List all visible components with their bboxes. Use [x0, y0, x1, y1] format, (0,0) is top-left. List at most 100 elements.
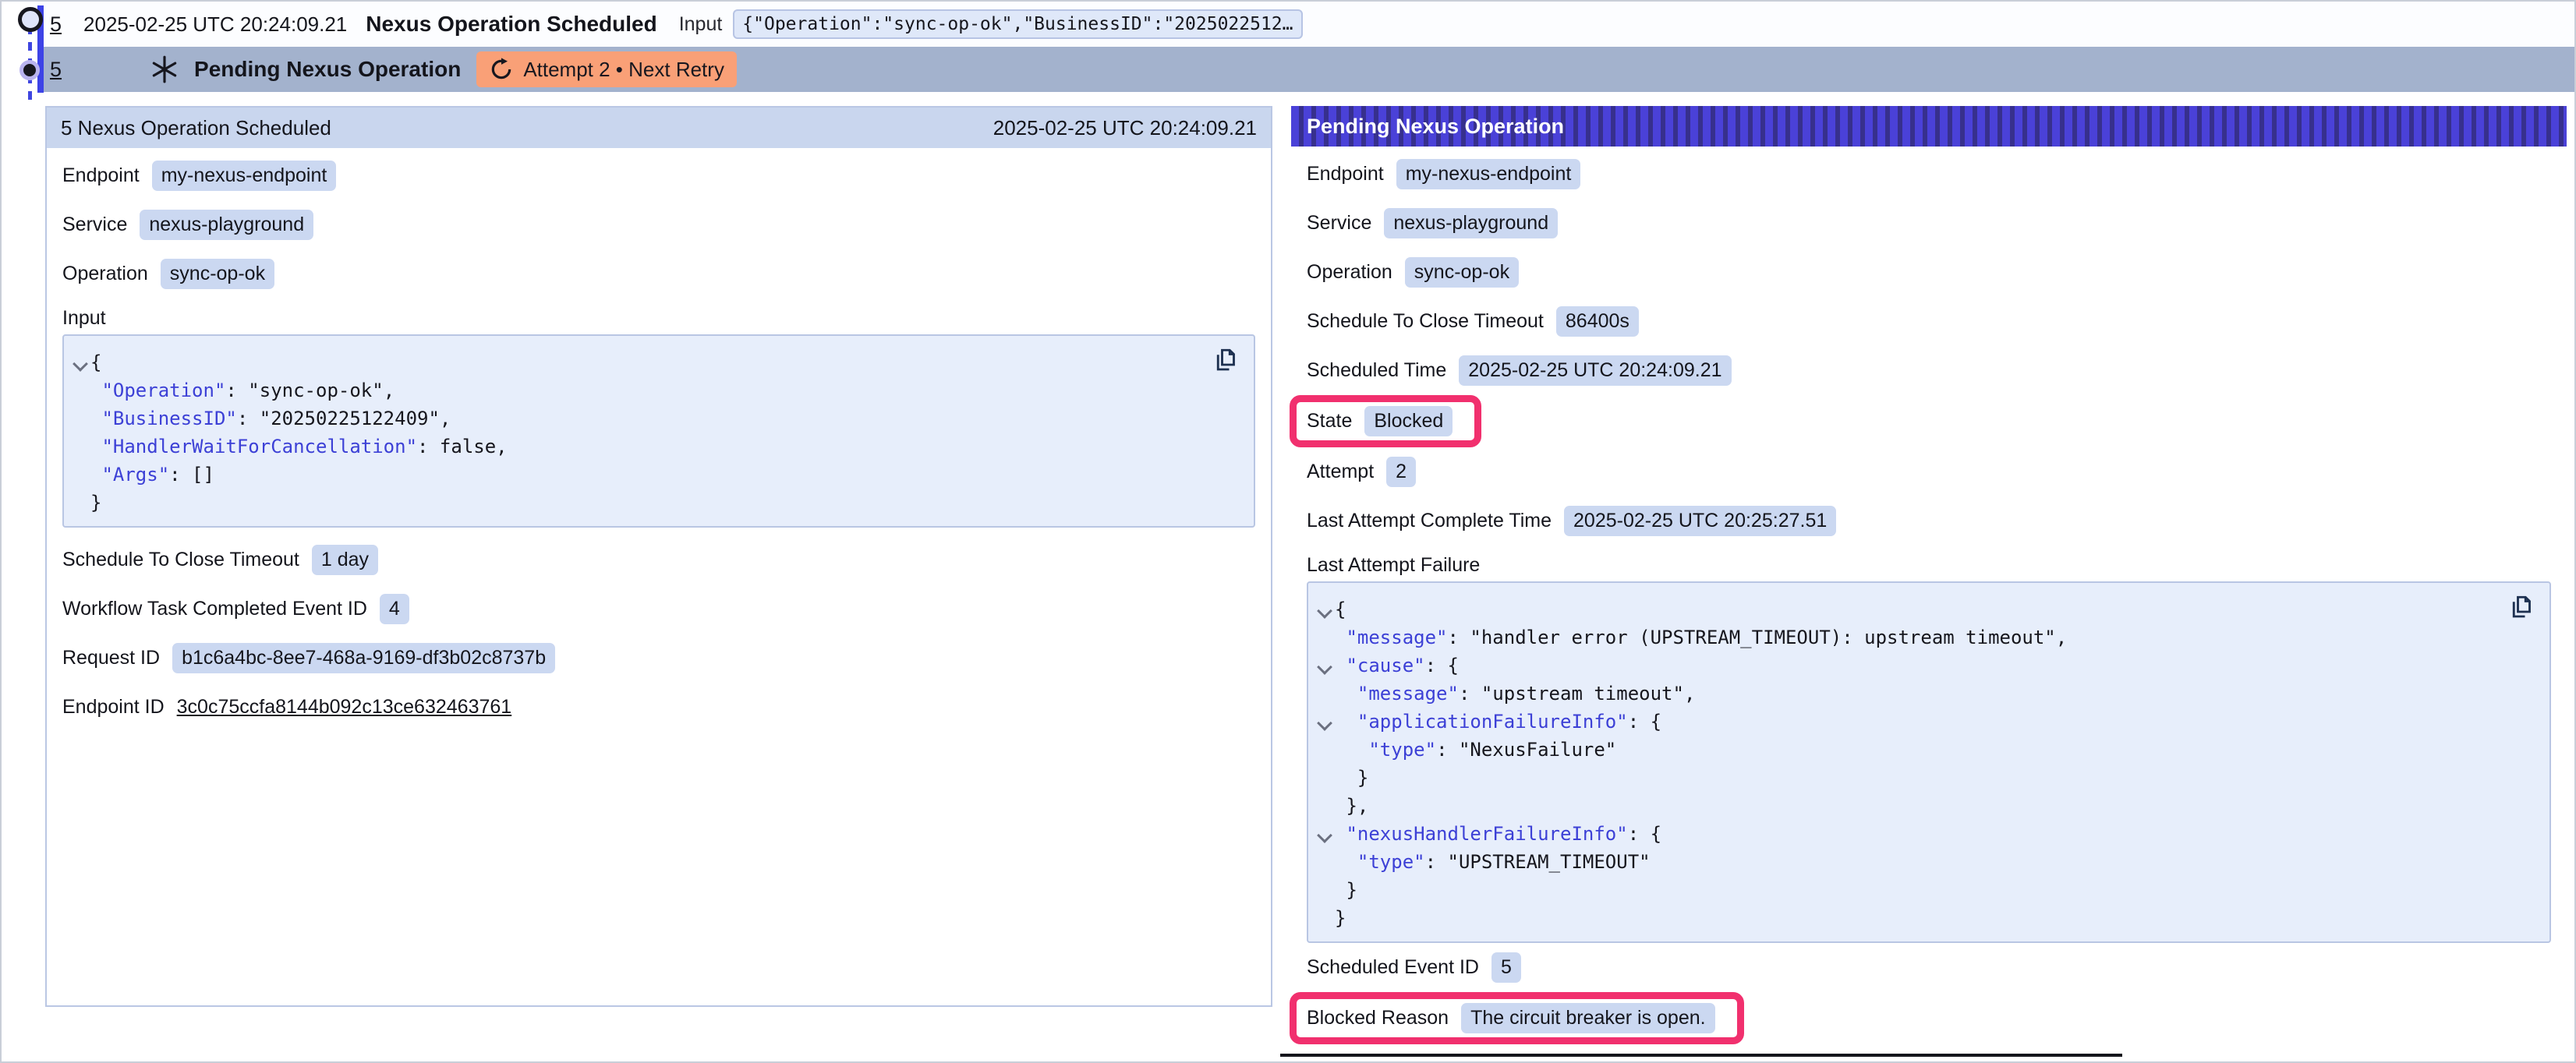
code-text: "HandlerWaitForCancellation": false, [90, 433, 508, 461]
collapse-chevron-icon[interactable] [70, 348, 90, 376]
annotation-highlight-box: Blocked Reason The circuit breaker is ope… [1290, 992, 1744, 1044]
code-text: "nexusHandlerFailureInfo": { [1335, 820, 1661, 848]
field-value-badge: 1 day [312, 545, 378, 575]
field-row: Schedule To Close Timeout86400s [1307, 297, 2551, 346]
collapse-chevron-icon[interactable] [1315, 708, 1335, 736]
left-panel-header: 5 Nexus Operation Scheduled 2025-02-25 U… [47, 108, 1271, 148]
field-label: Endpoint [1307, 163, 1384, 185]
code-gutter [70, 404, 90, 433]
collapse-chevron-icon[interactable] [1315, 652, 1335, 680]
code-text: } [1335, 764, 1368, 792]
input-label: Input [679, 13, 723, 36]
code-line: } [1315, 764, 2503, 792]
copy-button[interactable] [1210, 345, 1241, 376]
event-id-link[interactable]: 5 [50, 58, 62, 82]
field-wrap: Endpointmy-nexus-endpoint [1307, 159, 1580, 189]
field-wrap: Scheduled Time2025-02-25 UTC 20:24:09.21 [1307, 355, 1732, 386]
code-gutter [1315, 680, 1335, 708]
field-wrap: Attempt 2 [1307, 457, 1416, 487]
collapse-chevron-icon[interactable] [1315, 820, 1335, 848]
field-row: Operationsync-op-ok [1307, 248, 2551, 297]
bottom-divider-line [1280, 1054, 2122, 1057]
field-row: Scheduled Time2025-02-25 UTC 20:24:09.21 [1307, 346, 2551, 395]
left-panel-title: 5 Nexus Operation Scheduled [61, 116, 331, 140]
event-id-link[interactable]: 5 [50, 12, 62, 37]
code-text: "type": "UPSTREAM_TIMEOUT" [1335, 848, 1651, 876]
field-row: Endpointmy-nexus-endpoint [1307, 150, 2551, 199]
field-wrap: Workflow Task Completed Event ID 4 [62, 594, 409, 624]
attempt-retry-text: Attempt 2 • Next Retry [523, 58, 724, 82]
field-wrap: Endpoint ID 3c0c75ccfa8144b092c13ce632463… [62, 696, 511, 719]
field-label: Scheduled Time [1307, 359, 1446, 382]
code-gutter [1315, 623, 1335, 652]
code-line: } [70, 489, 1207, 517]
code-line: "applicationFailureInfo": { [1315, 708, 2503, 736]
right-fields-top: Endpointmy-nexus-endpoint Service nexus-pl… [1307, 150, 2551, 546]
field-wrap: Last Attempt Complete Time2025-02-25 UTC… [1307, 506, 1836, 536]
field-value-badge: 4 [380, 594, 409, 624]
code-line: "HandlerWaitForCancellation": false, [70, 433, 1207, 461]
field-label: Service [1307, 212, 1371, 235]
field-label: Schedule To Close Timeout [1307, 310, 1544, 333]
history-row-pending-nexus-operation[interactable]: 5 Pending Nexus Operation Attempt 2 • Ne… [44, 47, 2574, 92]
field-row: Blocked Reason The circuit breaker is ope… [1307, 992, 2551, 1044]
input-preview-chip: {"Operation":"sync-op-ok","BusinessID":"… [733, 9, 1302, 39]
code-line: "BusinessID": "20250225122409", [70, 404, 1207, 433]
field-row: Attempt 2 [1307, 447, 2551, 496]
right-panel-header: Pending Nexus Operation [1291, 106, 2567, 147]
field-value-badge: 5 [1491, 952, 1521, 983]
copy-icon [1212, 346, 1240, 374]
field-label: Blocked Reason [1307, 1007, 1449, 1029]
code-text: "message": "handler error (UPSTREAM_TIME… [1335, 623, 2067, 652]
code-text: } [90, 489, 101, 517]
field-wrap: Request IDb1c6a4bc-8ee7-468a-9169-df3b02… [62, 643, 555, 673]
code-gutter [70, 489, 90, 517]
collapse-chevron-icon[interactable] [1315, 595, 1335, 623]
field-label: Last Attempt Complete Time [1307, 510, 1552, 532]
code-line: "Operation": "sync-op-ok", [70, 376, 1207, 404]
field-value-badge: The circuit breaker is open. [1461, 1003, 1715, 1033]
history-row-nexus-operation-scheduled[interactable]: 5 2025-02-25 UTC 20:24:09.21 Nexus Opera… [44, 2, 2574, 47]
field-row: Servicenexus-playground [62, 200, 1255, 249]
input-json-block: { "Operation": "sync-op-ok", "BusinessID… [62, 334, 1255, 528]
code-text: } [1335, 904, 1346, 932]
event-timeline-dot-open-icon [18, 7, 43, 32]
code-line: "message": "handler error (UPSTREAM_TIME… [1315, 623, 2503, 652]
code-line: "type": "UPSTREAM_TIMEOUT" [1315, 848, 2503, 876]
field-row: Workflow Task Completed Event ID 4 [62, 584, 1255, 634]
code-line: } [1315, 876, 2503, 904]
event-title: Nexus Operation Scheduled [366, 12, 656, 37]
code-text: "BusinessID": "20250225122409", [90, 404, 451, 433]
copy-button[interactable] [2506, 592, 2537, 623]
annotation-highlight-box: StateBlocked [1290, 395, 1481, 447]
field-row: Endpointmy-nexus-endpoint [62, 151, 1255, 200]
field-value-link[interactable]: 3c0c75ccfa8144b092c13ce632463761 [177, 696, 512, 719]
code-gutter [1315, 792, 1335, 820]
field-label: Service [62, 214, 127, 236]
event-timeline-dot-filled-icon [19, 60, 40, 80]
field-value-badge: sync-op-ok [1405, 257, 1519, 288]
code-gutter [1315, 736, 1335, 764]
left-panel-timestamp: 2025-02-25 UTC 20:24:09.21 [993, 116, 1257, 140]
field-value-badge: nexus-playground [1384, 208, 1558, 238]
field-value-badge: 2 [1386, 457, 1416, 487]
code-text: "cause": { [1335, 652, 1459, 680]
field-label: Endpoint ID [62, 696, 165, 719]
field-label: Workflow Task Completed Event ID [62, 598, 367, 620]
retry-icon [489, 57, 514, 82]
workflow-history-screen: 5 2025-02-25 UTC 20:24:09.21 Nexus Opera… [0, 0, 2576, 1063]
left-fields-bottom: Schedule To Close Timeout1 day Workflow T… [62, 535, 1255, 732]
field-value-badge: Blocked [1364, 406, 1453, 436]
code-text: { [90, 348, 101, 376]
code-line: { [70, 348, 1207, 376]
field-wrap: Schedule To Close Timeout1 day [62, 545, 378, 575]
event-timestamp: 2025-02-25 UTC 20:24:09.21 [83, 12, 347, 37]
field-wrap: Operationsync-op-ok [1307, 257, 1519, 288]
field-row: Service nexus-playground [1307, 199, 2551, 248]
field-label: Attempt [1307, 461, 1374, 483]
code-line: "message": "upstream timeout", [1315, 680, 2503, 708]
pending-asterisk-icon [149, 54, 180, 85]
right-fields-bottom: Scheduled Event ID5Blocked ReasonThe cir… [1307, 943, 2551, 1044]
failure-json-lines: { "message": "handler error (UPSTREAM_TI… [1315, 595, 2503, 932]
field-value-badge: b1c6a4bc-8ee7-468a-9169-df3b02c8737b [172, 643, 555, 673]
